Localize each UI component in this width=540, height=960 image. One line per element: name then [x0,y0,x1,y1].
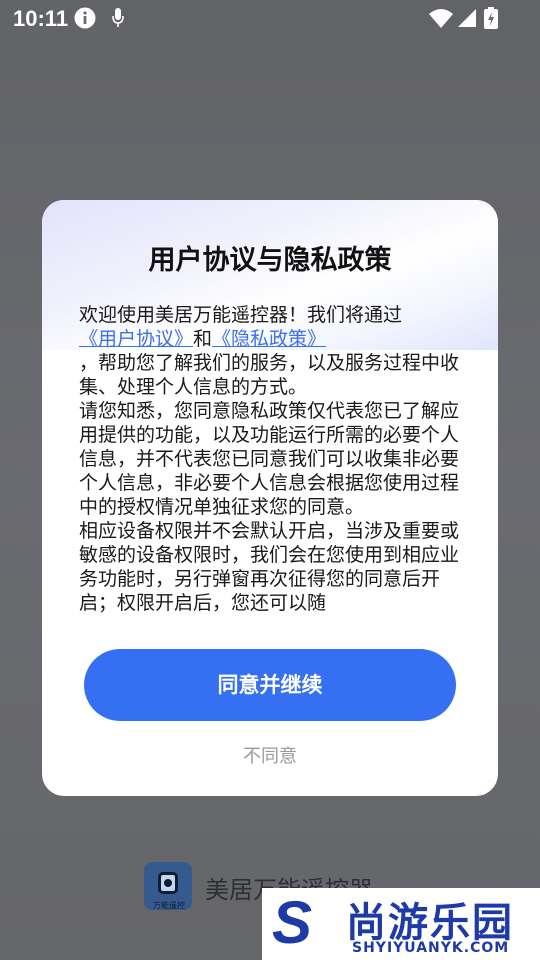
battery-icon [484,7,498,29]
agree-continue-button[interactable]: 同意并继续 [84,649,456,721]
watermark: S 尚游乐园 SHYIYUANYK.COM [262,888,540,960]
privacy-dialog: 用户协议与隐私政策 欢迎使用美居万能遥控器！我们将通过 《用户协议》和《隐私政策》… [42,200,498,796]
intro-rest-text: ，帮助您了解我们的服务，以及服务过程中收集、处理个人信息的方式。 [79,352,460,398]
intro-paragraph: 欢迎使用美居万能遥控器！我们将通过 《用户协议》和《隐私政策》 ，帮助您了解我们的服… [79,303,461,399]
mic-icon [112,8,124,27]
app-logo: 万能遥控 [144,862,194,912]
dialog-body-scroll[interactable]: 欢迎使用美居万能遥控器！我们将通过 《用户协议》和《隐私政策》 ，帮助您了解我们的服… [79,303,461,625]
status-time: 10:11 [13,6,69,31]
permission-paragraph: 相应设备权限并不会默认开启，当涉及重要或敏感的设备权限时，我们会在您使用到相应业… [79,520,460,614]
user-agreement-link[interactable]: 《用户协议》 [79,328,193,350]
watermark-logo: S [272,889,313,956]
and-text: 和 [193,328,213,350]
info-icon [74,7,96,29]
app-logo-dot [164,879,172,887]
status-bar: 10:11 [0,0,540,36]
wifi-icon [429,9,453,28]
app-logo-text: 万能遥控 [153,901,185,910]
privacy-policy-link[interactable]: 《隐私政策》 [212,328,326,350]
disagree-button[interactable]: 不同意 [42,742,498,768]
watermark-url: SHYIYUANYK.COM [352,940,510,956]
signal-icon [458,9,476,27]
notice-paragraph: 请您知悉，您同意隐私政策仅代表您已了解应用提供的功能，以及功能运行所需的必要个人… [79,400,460,518]
intro-text: 欢迎使用美居万能遥控器！我们将通过 [79,304,403,326]
dialog-title: 用户协议与隐私政策 [148,245,392,276]
